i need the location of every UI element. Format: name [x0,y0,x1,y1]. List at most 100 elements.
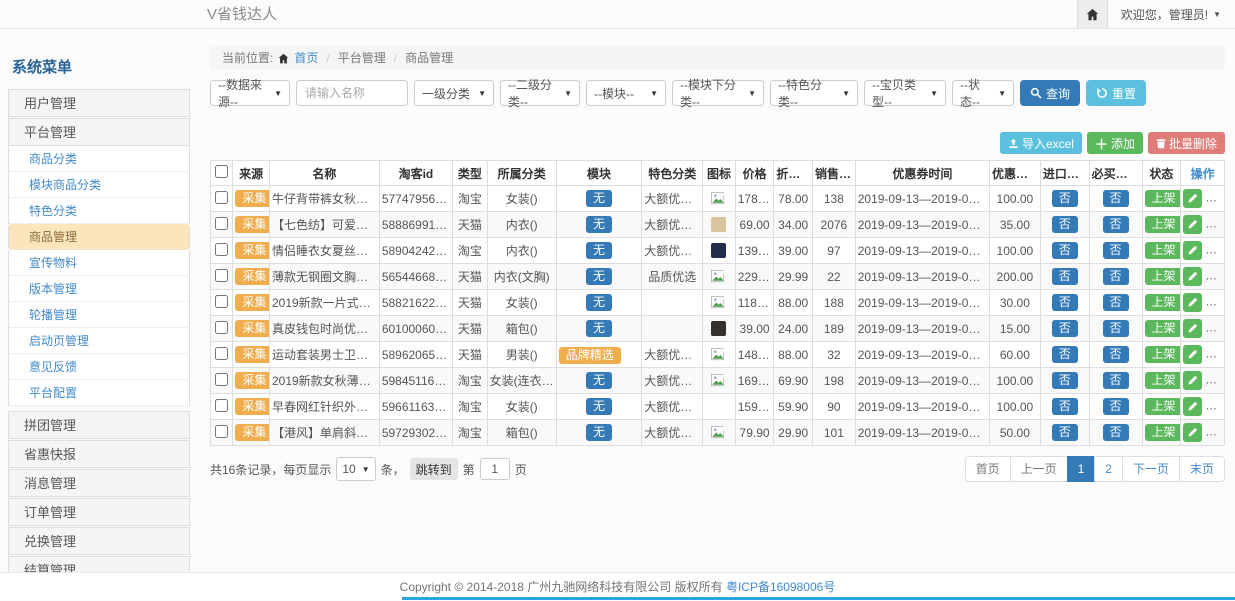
jump-button[interactable]: 跳转到 [410,458,458,480]
import-select-badge[interactable]: 否 [1052,242,1078,259]
level2-category-select[interactable]: --二级分类--▼ [500,80,580,106]
row-checkbox[interactable] [215,269,228,282]
status-cell: 上架 [1142,212,1181,238]
edit-button[interactable] [1183,319,1202,338]
records-unit-text: 条， [381,461,405,478]
sidebar-group-item[interactable]: 兑换管理 [8,527,190,555]
must-buy-badge[interactable]: 否 [1103,372,1129,389]
sidebar-group-item[interactable]: 结算管理 [8,556,190,572]
edit-button[interactable] [1183,189,1202,208]
row-checkbox[interactable] [215,347,228,360]
sidebar-group-item[interactable]: 消息管理 [8,469,190,497]
sidebar-group-item[interactable]: 平台管理 [8,118,190,146]
edit-button[interactable] [1183,293,1202,312]
import-select-badge[interactable]: 否 [1052,320,1078,337]
status-badge[interactable]: 上架 [1145,294,1181,311]
status-badge[interactable]: 上架 [1145,398,1181,415]
sidebar-sub-item[interactable]: 启动页管理 [8,328,190,354]
icp-link[interactable]: 粤ICP备16098006号 [726,580,835,594]
must-buy-badge[interactable]: 否 [1103,242,1129,259]
edit-button[interactable] [1183,215,1202,234]
level1-category-select[interactable]: 一级分类▼ [414,80,494,106]
row-checkbox[interactable] [215,399,228,412]
row-checkbox[interactable] [215,295,228,308]
status-badge[interactable]: 上架 [1145,424,1181,441]
edit-button[interactable] [1183,371,1202,390]
batch-delete-button[interactable]: 批量删除 [1148,132,1225,154]
edit-button[interactable] [1183,397,1202,416]
sidebar-sub-item[interactable]: 意见反馈 [8,354,190,380]
edit-button[interactable] [1183,267,1202,286]
edit-button[interactable] [1183,423,1202,442]
pager-item[interactable]: 1 [1067,456,1096,482]
must-buy-badge[interactable]: 否 [1103,320,1129,337]
import-select-badge[interactable]: 否 [1052,372,1078,389]
must-buy-badge[interactable]: 否 [1103,190,1129,207]
must-buy-badge[interactable]: 否 [1103,346,1129,363]
row-checkbox[interactable] [215,217,228,230]
must-buy-badge[interactable]: 否 [1103,216,1129,233]
status-badge[interactable]: 上架 [1145,190,1181,207]
sidebar-sub-item[interactable]: 宣传物料 [8,250,190,276]
sidebar-group-item[interactable]: 订单管理 [8,498,190,526]
name-search-input[interactable] [296,80,408,106]
import-excel-button[interactable]: 导入excel [1000,132,1082,154]
sidebar-group-item[interactable]: 用户管理 [8,89,190,117]
sidebar-group-item[interactable]: 拼团管理 [8,411,190,439]
home-button[interactable] [1077,0,1108,28]
sidebar-group-item[interactable]: 省惠快报 [8,440,190,468]
must-buy-badge[interactable]: 否 [1103,424,1129,441]
row-checkbox[interactable] [215,425,228,438]
edit-button[interactable] [1183,345,1202,364]
item-type-select[interactable]: --宝贝类型--▼ [864,80,946,106]
per-page-select[interactable]: 10 ▼ [336,457,375,481]
status-badge[interactable]: 上架 [1145,320,1181,337]
must-buy-badge[interactable]: 否 [1103,294,1129,311]
reset-button[interactable]: 重置 [1086,80,1146,106]
pager-item[interactable]: 下一页 [1122,456,1180,482]
sidebar-sub-item[interactable]: 版本管理 [8,276,190,302]
pager-item[interactable]: 首页 [965,456,1011,482]
sidebar-sub-item[interactable]: 特色分类 [8,198,190,224]
status-select[interactable]: --状态--▼ [952,80,1014,106]
feature-category-select[interactable]: --特色分类--▼ [770,80,858,106]
status-badge[interactable]: 上架 [1145,242,1181,259]
add-button[interactable]: ＋ 添加 [1087,132,1143,154]
pager-item[interactable]: 2 [1094,456,1123,482]
data-source-select[interactable]: --数据来源--▼ [210,80,290,106]
row-checkbox[interactable] [215,191,228,204]
source-cell: 采集 [233,316,270,342]
module-subcategory-select[interactable]: --模块下分类--▼ [672,80,764,106]
status-badge[interactable]: 上架 [1145,372,1181,389]
sidebar-sub-item[interactable]: 商品管理 [8,224,190,250]
source-cell: 采集 [233,264,270,290]
pager-item[interactable]: 末页 [1179,456,1225,482]
sidebar-sub-item[interactable]: 商品分类 [8,146,190,172]
status-badge[interactable]: 上架 [1145,346,1181,363]
module-select[interactable]: --模块--▼ [586,80,666,106]
breadcrumb-home-link[interactable]: 首页 [294,46,318,70]
import-select-badge[interactable]: 否 [1052,346,1078,363]
search-button[interactable]: 查询 [1020,80,1080,106]
select-all-checkbox[interactable] [215,165,228,178]
must-buy-badge[interactable]: 否 [1103,268,1129,285]
import-select-badge[interactable]: 否 [1052,424,1078,441]
row-checkbox[interactable] [215,243,228,256]
sidebar-sub-item[interactable]: 轮播管理 [8,302,190,328]
import-select-badge[interactable]: 否 [1052,216,1078,233]
edit-button[interactable] [1183,241,1202,260]
must-buy-badge[interactable]: 否 [1103,398,1129,415]
import-select-badge[interactable]: 否 [1052,294,1078,311]
row-checkbox[interactable] [215,373,228,386]
status-badge[interactable]: 上架 [1145,216,1181,233]
sidebar-sub-item[interactable]: 平台配置 [8,380,190,406]
import-select-badge[interactable]: 否 [1052,268,1078,285]
import-select-badge[interactable]: 否 [1052,190,1078,207]
row-checkbox[interactable] [215,321,228,334]
sidebar-sub-item[interactable]: 模块商品分类 [8,172,190,198]
page-number-input[interactable] [480,458,510,480]
pager-item[interactable]: 上一页 [1010,456,1068,482]
user-menu[interactable]: 欢迎您，管理员! ▼ [1108,6,1235,23]
status-badge[interactable]: 上架 [1145,268,1181,285]
import-select-badge[interactable]: 否 [1052,398,1078,415]
